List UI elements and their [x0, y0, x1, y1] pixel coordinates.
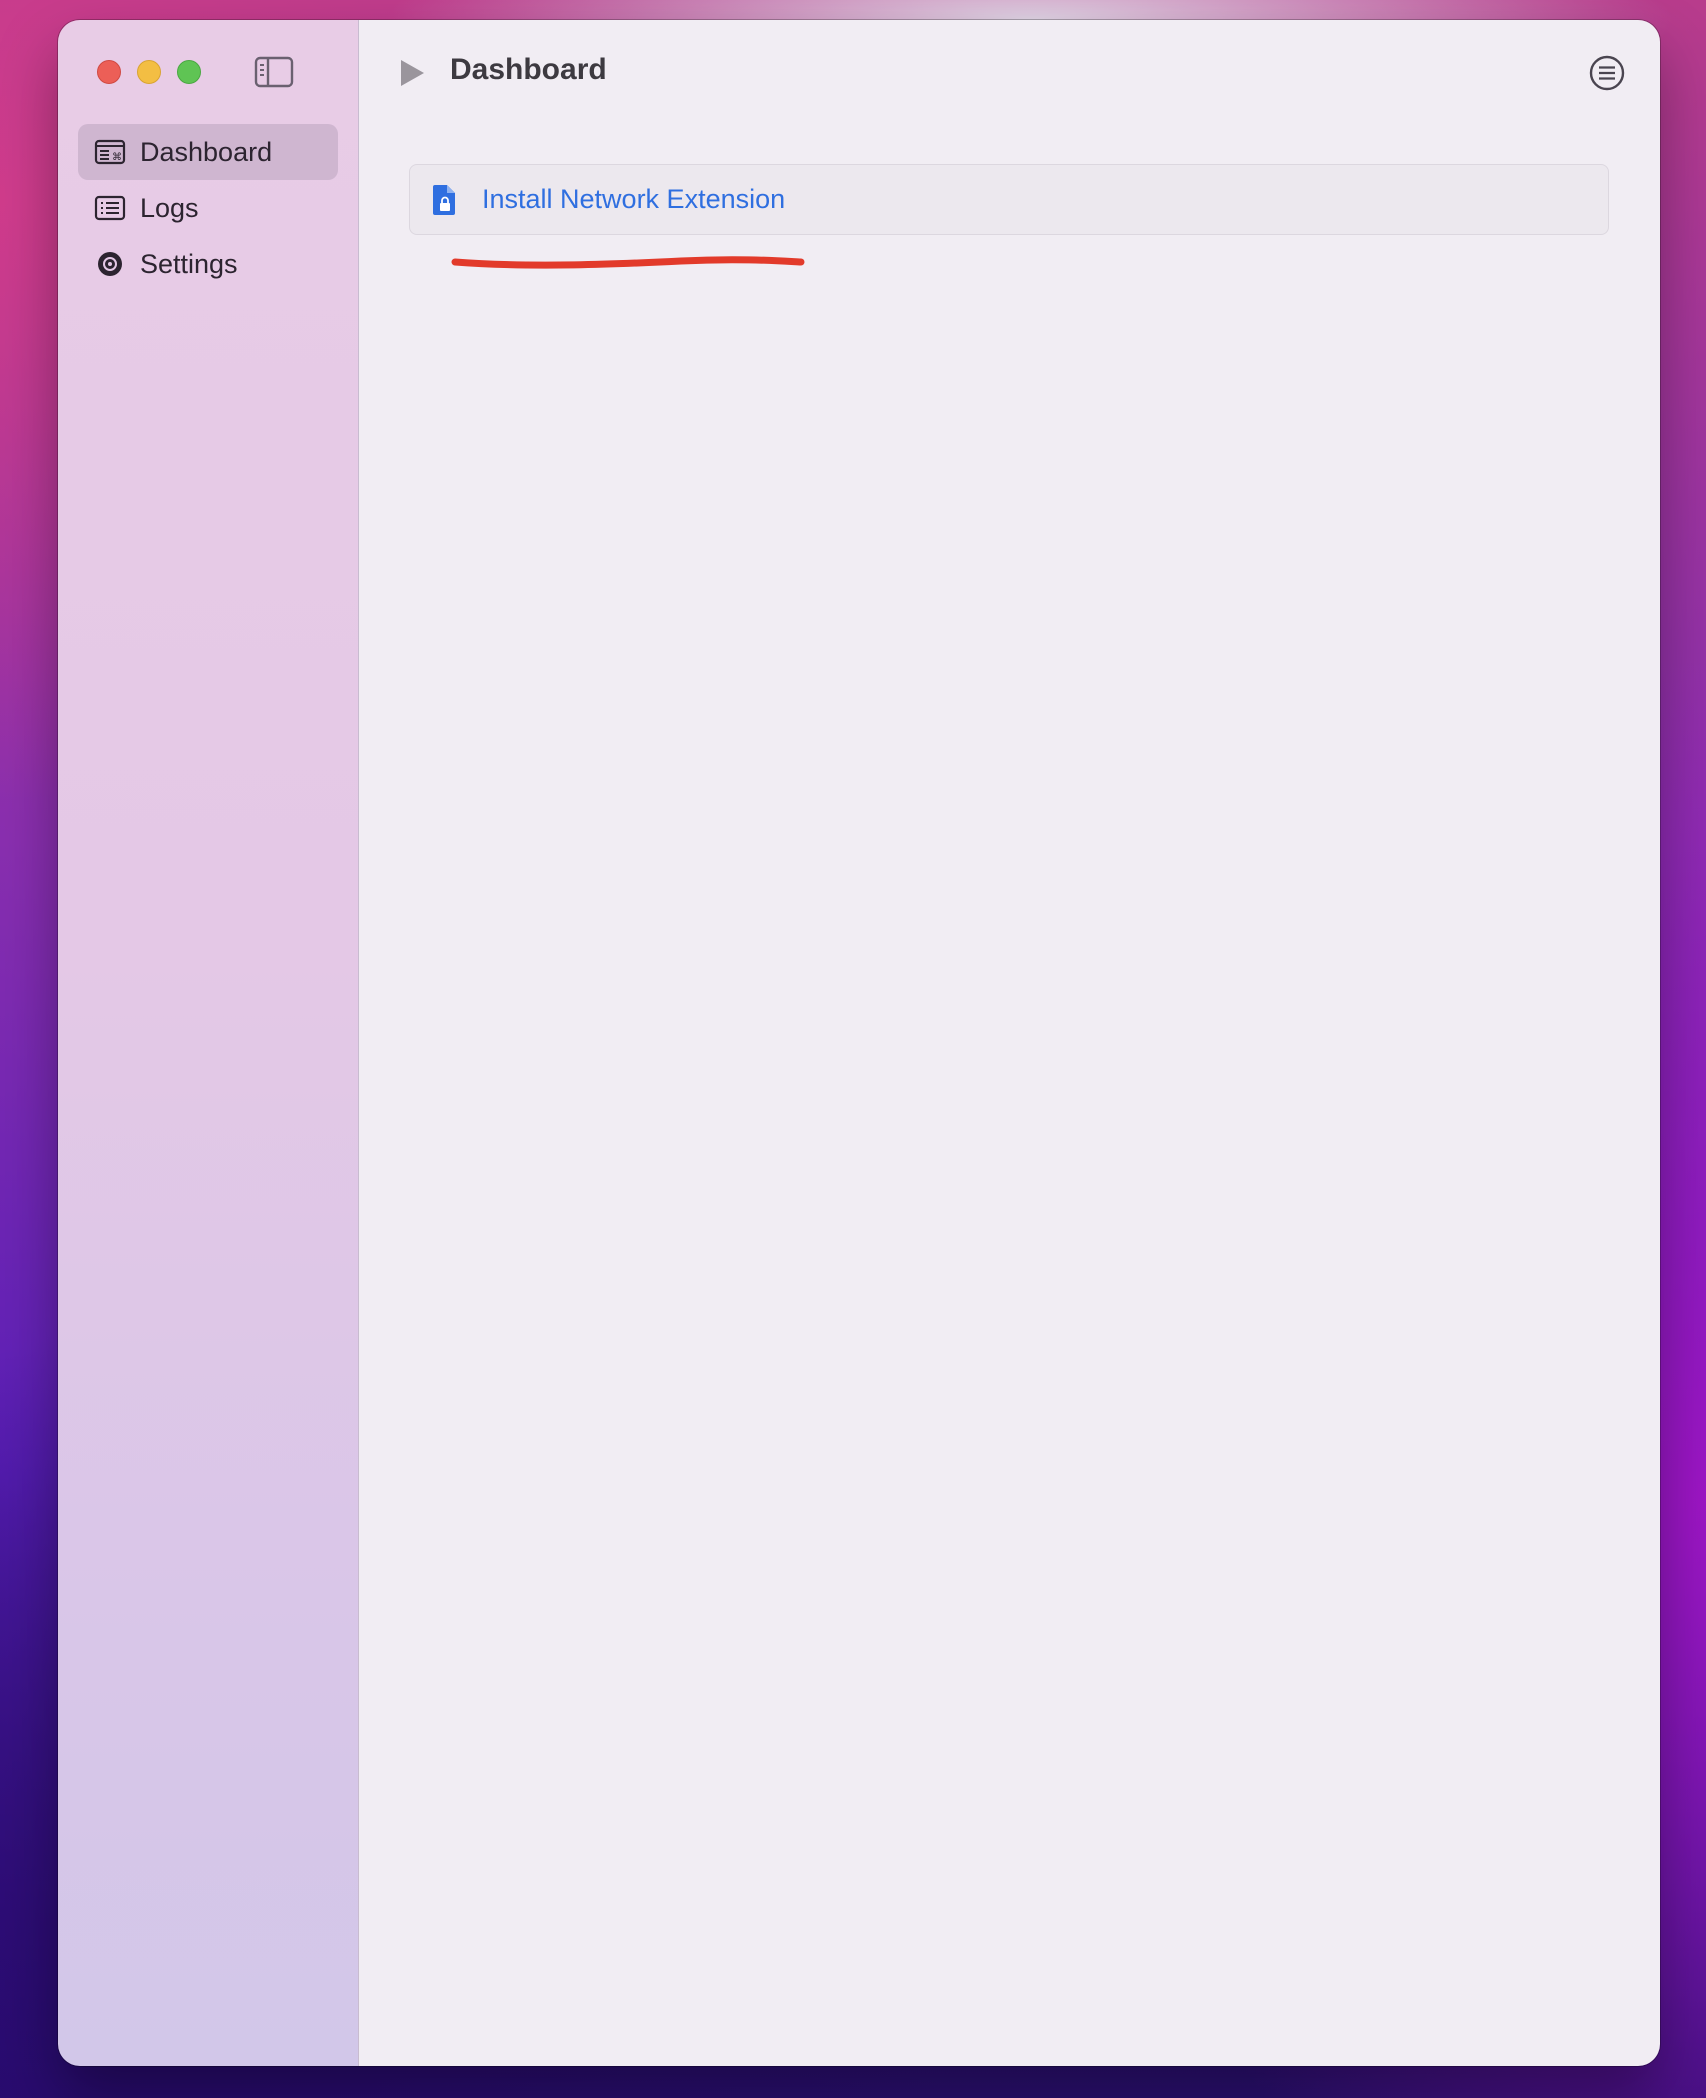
play-icon: [401, 60, 424, 86]
sidebar-item-label: Settings: [140, 248, 238, 279]
sidebar-nav: ⌘ Dashboard Logs Settings: [78, 124, 338, 292]
sidebar-item-settings[interactable]: Settings: [78, 236, 338, 292]
sidebar-toggle-button[interactable]: [254, 56, 294, 88]
annotation-underline: [451, 256, 805, 269]
sidebar-item-label: Dashboard: [140, 136, 273, 167]
svg-text:⌘: ⌘: [112, 152, 122, 163]
install-network-extension-label: Install Network Extension: [482, 184, 786, 214]
sidebar-toggle-icon: [254, 56, 294, 88]
list-circle-icon: [1589, 55, 1625, 91]
more-menu-button[interactable]: [1588, 54, 1626, 92]
window-controls: [97, 60, 201, 84]
install-network-extension-button[interactable]: Install Network Extension: [409, 164, 1609, 235]
sidebar-item-logs[interactable]: Logs: [78, 180, 338, 236]
dashboard-icon: ⌘: [94, 138, 126, 166]
sidebar: ⌘ Dashboard Logs Settings: [58, 20, 359, 2066]
sidebar-item-dashboard[interactable]: ⌘ Dashboard: [78, 124, 338, 180]
sidebar-item-label: Logs: [140, 192, 199, 223]
page-title: Dashboard: [450, 53, 607, 86]
list-icon: [94, 194, 126, 222]
close-window-button[interactable]: [97, 60, 121, 84]
minimize-window-button[interactable]: [137, 60, 161, 84]
locked-document-icon: [432, 184, 458, 216]
main-content: Dashboard Install Network Extension: [359, 20, 1660, 2066]
start-button[interactable]: [397, 58, 427, 88]
app-window: ⌘ Dashboard Logs Settings Dashboard Inst…: [58, 20, 1660, 2066]
zoom-window-button[interactable]: [177, 60, 201, 84]
settings-icon: [94, 250, 126, 278]
